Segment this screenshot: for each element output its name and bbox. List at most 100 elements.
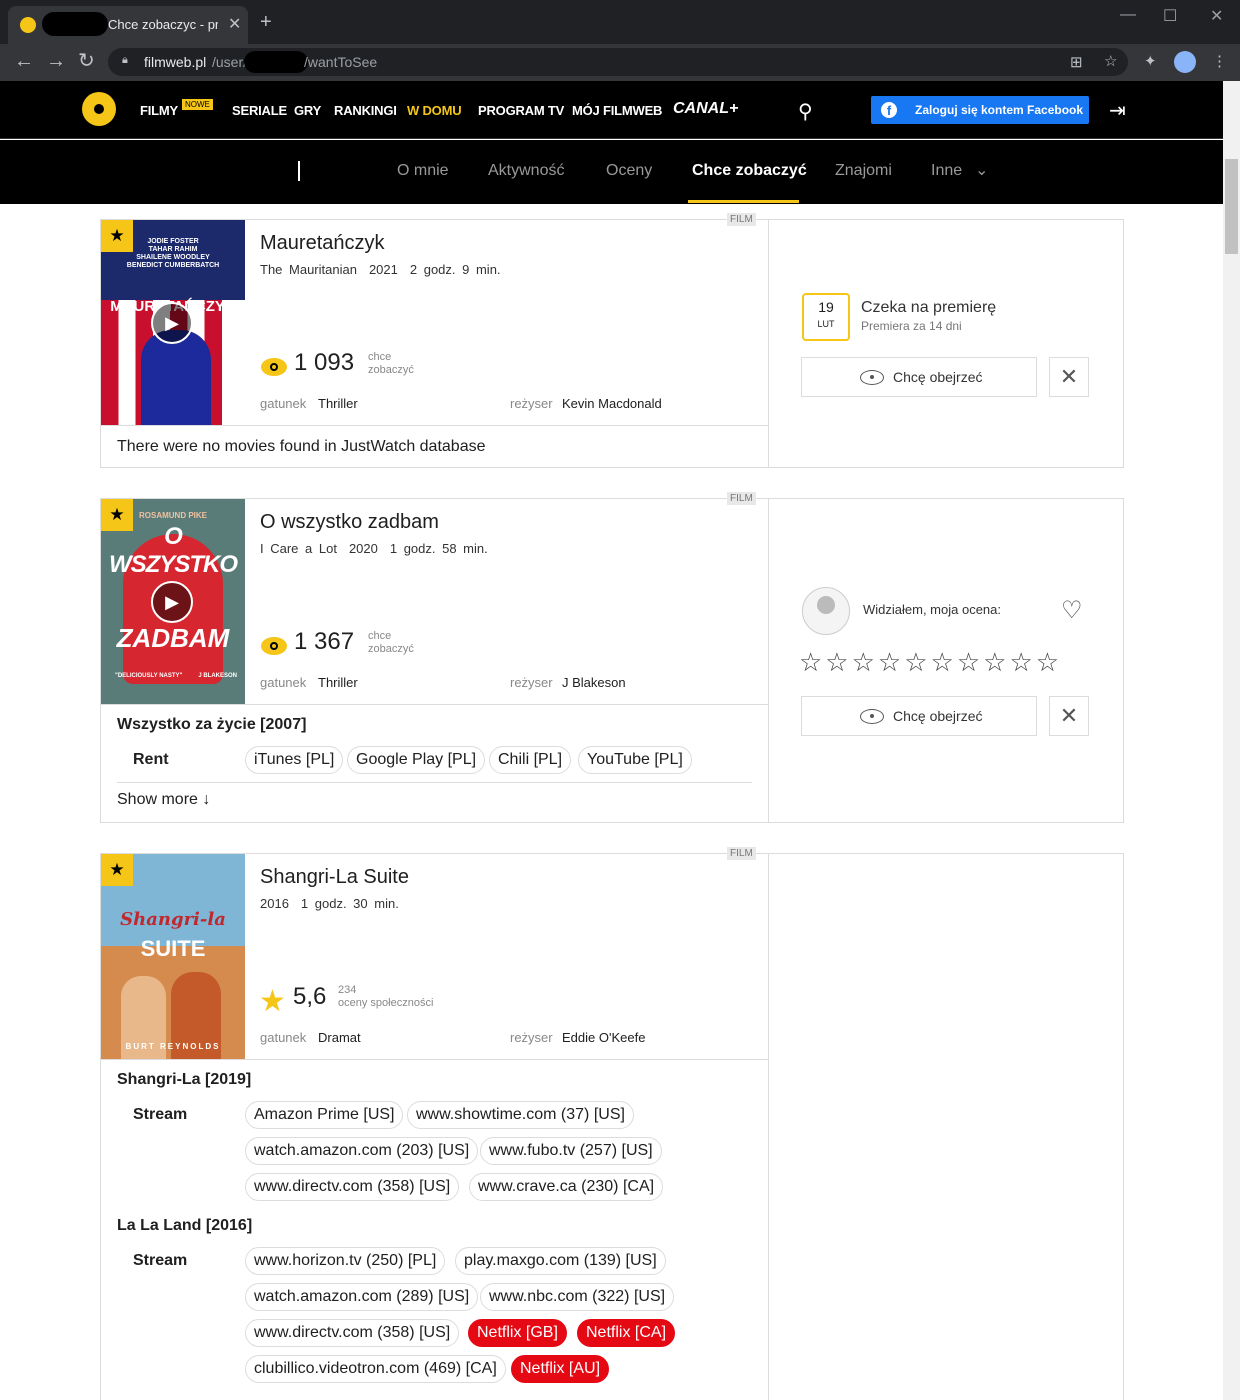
provider-chip[interactable]: Amazon Prime [US]	[245, 1101, 404, 1129]
tab-title: Chce zobaczyc - prof	[108, 17, 218, 32]
new-tab-button[interactable]: +	[260, 12, 272, 32]
netflix-chip[interactable]: Netflix [GB]	[468, 1319, 567, 1347]
url-path-end: /wantToSee	[304, 54, 378, 70]
profile-avatar[interactable]	[1174, 51, 1196, 73]
provider-chip[interactable]: www.horizon.tv (250) [PL]	[245, 1247, 446, 1275]
provider-chip[interactable]: www.crave.ca (230) [CA]	[469, 1173, 664, 1201]
play-icon[interactable]: ▶	[151, 581, 193, 623]
provider-chip[interactable]: www.directv.com (358) [US]	[245, 1173, 460, 1201]
redacted-mask	[244, 51, 308, 73]
facebook-login-button[interactable]: f Zaloguj się kontem Facebook	[871, 96, 1089, 124]
provider-chip[interactable]: www.showtime.com (37) [US]	[407, 1101, 634, 1129]
rating-count-block: 234 oceny społeczności	[338, 984, 433, 1010]
netflix-chip[interactable]: Netflix [CA]	[577, 1319, 676, 1347]
film-title[interactable]: Mauretańczyk	[260, 232, 385, 255]
premiere-status: Czeka na premierę	[861, 299, 997, 316]
premiere-countdown: Premiera za 14 dni	[861, 319, 962, 333]
scrollbar[interactable]	[1223, 81, 1240, 1400]
url-host: filmweb.pl	[144, 54, 207, 70]
menu-filmy[interactable]: FILMY	[140, 103, 178, 118]
filmweb-logo-icon[interactable]	[82, 92, 116, 126]
director-value[interactable]: Eddie O'Keefe	[562, 1030, 645, 1045]
provider-chip[interactable]: www.fubo.tv (257) [US]	[480, 1137, 662, 1165]
canal-plus-link[interactable]: CANAL+	[673, 100, 738, 118]
remove-button[interactable]: ✕	[1049, 357, 1089, 397]
film-card: JODIE FOSTER TAHAR RAHIM SHAILENE WOODLE…	[100, 213, 1124, 468]
tab-o-mnie[interactable]: O mnie	[397, 162, 449, 180]
film-year: 2021	[368, 262, 398, 277]
chevron-down-icon[interactable]: ⌄	[975, 160, 988, 180]
genre-value[interactable]: Thriller	[318, 396, 358, 411]
director-label: reżyser	[510, 675, 553, 690]
film-poster[interactable]: ROSAMUND PIKE O WSZYSTKO ZADBAM "DELICIO…	[101, 499, 245, 704]
film-title[interactable]: Shangri-La Suite	[260, 866, 409, 889]
provider-chip[interactable]: watch.amazon.com (203) [US]	[245, 1137, 479, 1165]
tab-oceny[interactable]: Oceny	[606, 162, 652, 180]
tab-inne[interactable]: Inne	[931, 162, 962, 180]
provider-chip[interactable]: clubillico.videotron.com (469) [CA]	[245, 1355, 506, 1383]
tab-znajomi[interactable]: Znajomi	[835, 162, 892, 180]
director-value[interactable]: J Blakeson	[562, 675, 626, 690]
want-to-see-button[interactable]: Chcę obejrzeć	[801, 357, 1037, 397]
heart-icon[interactable]: ♡	[1061, 596, 1083, 625]
login-icon[interactable]: ⇥	[1109, 98, 1126, 123]
netflix-chip[interactable]: Netflix [AU]	[511, 1355, 610, 1383]
rating-count: 234	[338, 984, 357, 996]
divider	[101, 704, 768, 705]
menu-rankingi[interactable]: RANKINGI	[334, 103, 397, 118]
menu-program-tv[interactable]: PROGRAM TV	[478, 103, 564, 118]
play-icon[interactable]: ▶	[151, 302, 193, 344]
close-tab-icon[interactable]: ✕	[228, 14, 241, 34]
provider-chip[interactable]: www.nbc.com (322) [US]	[480, 1283, 675, 1311]
film-title[interactable]: O wszystko zadbam	[260, 511, 439, 534]
divider	[101, 1059, 768, 1060]
poster-director: J BLAKESON	[198, 673, 237, 679]
seen-rating-label: Widziałem, moja ocena:	[863, 602, 1001, 617]
browser-tab[interactable]: Chce zobaczyc - prof ✕	[8, 6, 248, 44]
star-icon: ★	[259, 985, 286, 1018]
eye-icon	[860, 370, 884, 385]
browser-toolbar: ← → ↻ 🔒︎ filmweb.pl /user/ /wantToSee ⊞ …	[0, 44, 1240, 81]
forward-icon[interactable]: →	[46, 51, 66, 71]
scrollbar-thumb[interactable]	[1225, 159, 1238, 254]
back-icon[interactable]: ←	[14, 51, 34, 71]
menu-w-domu[interactable]: W DOMU	[407, 103, 462, 118]
provider-chip[interactable]: watch.amazon.com (289) [US]	[245, 1283, 479, 1311]
film-poster[interactable]: Shangri-la SUITE BURT REYNOLDS ★	[101, 854, 245, 1059]
director-value[interactable]: Kevin Macdonald	[562, 396, 662, 411]
menu-gry[interactable]: GRY	[294, 103, 321, 118]
film-card: Shangri-la SUITE BURT REYNOLDS ★ FILM Sh…	[100, 847, 1124, 1400]
provider-chip[interactable]: Google Play [PL]	[347, 746, 486, 774]
provider-chip[interactable]: YouTube [PL]	[578, 746, 692, 774]
translate-icon[interactable]: ⊞	[1070, 53, 1083, 71]
genre-value[interactable]: Dramat	[318, 1030, 361, 1045]
provider-chip[interactable]: www.directv.com (358) [US]	[245, 1319, 460, 1347]
extensions-icon[interactable]: ✦	[1144, 52, 1157, 70]
tab-chce-zobaczyc[interactable]: Chce zobaczyć	[692, 162, 807, 180]
new-badge: NOWE	[182, 99, 213, 110]
bookmark-star-icon[interactable]: ☆	[1104, 52, 1117, 70]
provider-chip[interactable]: Chili [PL]	[489, 746, 572, 774]
eye-icon	[860, 709, 884, 724]
remove-button[interactable]: ✕	[1049, 696, 1089, 736]
maximize-icon[interactable]: ☐	[1163, 6, 1177, 26]
menu-seriale[interactable]: SERIALE	[232, 103, 287, 118]
show-more-link[interactable]: Show more ↓	[117, 791, 210, 809]
search-icon[interactable]: ⚲	[798, 99, 813, 124]
provider-chip[interactable]: iTunes [PL]	[245, 746, 344, 774]
provider-chip[interactable]: play.maxgo.com (139) [US]	[455, 1247, 666, 1275]
menu-moj-filmweb[interactable]: MÓJ FILMWEB	[572, 103, 662, 118]
menu-kebab-icon[interactable]: ⋮	[1212, 52, 1227, 70]
close-window-icon[interactable]: ✕	[1210, 6, 1223, 26]
tab-aktywnosc[interactable]: Aktywność	[488, 162, 564, 180]
offer-type: Stream	[133, 1106, 188, 1123]
want-to-see-button[interactable]: Chcę obejrzeć	[801, 696, 1037, 736]
divider	[768, 220, 769, 467]
rating-stars[interactable]: ☆☆☆☆☆☆☆☆☆☆	[799, 647, 1062, 678]
minimize-icon[interactable]: —	[1120, 6, 1136, 24]
reload-icon[interactable]: ↻	[78, 51, 95, 71]
genre-value[interactable]: Thriller	[318, 675, 358, 690]
address-bar[interactable]: 🔒︎ filmweb.pl /user/ /wantToSee ⊞ ☆	[108, 48, 1128, 76]
film-poster[interactable]: JODIE FOSTER TAHAR RAHIM SHAILENE WOODLE…	[101, 220, 245, 425]
offer-type: Rent	[133, 751, 169, 768]
